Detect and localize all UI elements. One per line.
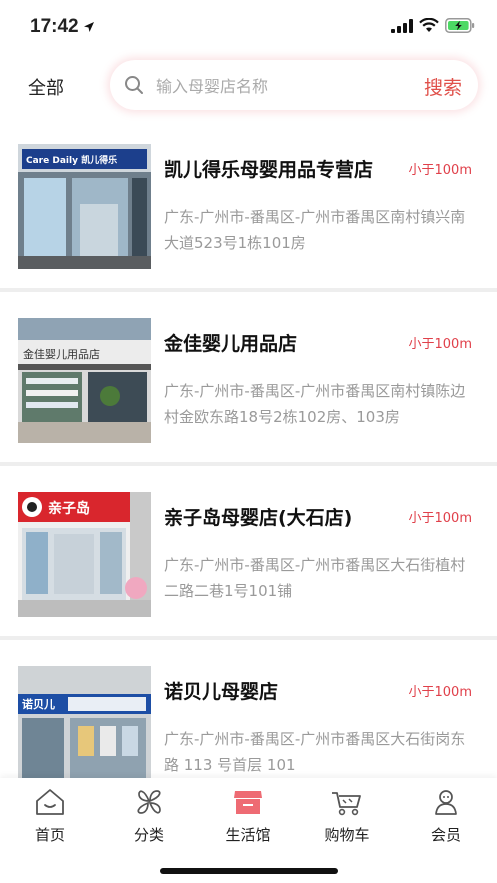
store-distance: 小于100m [408, 685, 472, 700]
store-address: 广东-广州市-番禺区-广州市番禺区大石街岗东路 113 号首层 101 [164, 730, 466, 774]
cart-icon [332, 792, 361, 816]
store-sign-text: Care Daily 凯儿得乐 [26, 154, 117, 166]
tab-label: 生活馆 [225, 826, 271, 844]
location-arrow-icon [84, 22, 94, 32]
store-photo: 诺贝儿 [18, 666, 151, 791]
store-distance: 小于100m [408, 163, 472, 178]
top-bar: 全部 搜索 [0, 58, 497, 114]
store-photo: 金佳婴儿用品店 [18, 318, 151, 443]
status-time: 17:42 [30, 16, 79, 37]
tab-home[interactable]: 首页 [10, 786, 90, 845]
store-list: Care Daily 凯儿得乐 凯儿得乐母婴用品专营店 小于100m 广东-广州… [0, 118, 497, 814]
tab-cart[interactable]: 购物车 [307, 786, 387, 845]
tab-label: 分类 [133, 826, 164, 844]
member-icon [435, 790, 457, 815]
store-name: 亲子岛母婴店(大石店) [164, 507, 353, 529]
home-icon [36, 789, 64, 815]
store-address: 广东-广州市-番禺区-广州市番禺区南村镇陈边村金欧东路18号2栋102房、103… [164, 382, 466, 426]
store-sign-text: 亲子岛 [48, 500, 90, 517]
signal-icon [391, 18, 413, 33]
status-icons [391, 18, 475, 33]
store-icon [234, 791, 262, 814]
store-address: 广东-广州市-番禺区-广州市番禺区南村镇兴南大道523号1栋101房 [164, 208, 466, 252]
tab-label: 会员 [430, 826, 461, 844]
store-item[interactable]: 金佳婴儿用品店 金佳婴儿用品店 小于100m 广东-广州市-番禺区-广州市番禺区… [0, 292, 497, 466]
tab-member[interactable]: 会员 [406, 786, 486, 845]
store-name: 诺贝儿母婴店 [164, 681, 279, 703]
wifi-icon [419, 18, 439, 32]
store-distance: 小于100m [408, 337, 472, 352]
filter-all-button[interactable]: 全部 [28, 74, 64, 100]
tab-label: 首页 [34, 826, 65, 844]
search-button[interactable]: 搜索 [424, 73, 462, 100]
tab-lifestyle-store[interactable]: 生活馆 [208, 786, 288, 845]
home-indicator [160, 868, 338, 874]
store-item[interactable]: 亲子岛 亲子岛母婴店(大石店) 小于100m 广东-广州市-番禺区-广州市番禺区… [0, 466, 497, 640]
store-photo: Care Daily 凯儿得乐 [18, 144, 151, 269]
search-icon [125, 76, 143, 94]
store-name: 凯儿得乐母婴用品专营店 [164, 159, 374, 181]
store-item[interactable]: Care Daily 凯儿得乐 凯儿得乐母婴用品专营店 小于100m 广东-广州… [0, 118, 497, 292]
store-photo: 亲子岛 [18, 492, 151, 617]
search-input[interactable] [154, 72, 408, 100]
tab-label: 购物车 [324, 826, 370, 844]
battery-icon [445, 18, 475, 33]
category-icon [137, 790, 161, 814]
store-address: 广东-广州市-番禺区-广州市番禺区大石街植村二路二巷1号101铺 [164, 556, 466, 600]
store-distance: 小于100m [408, 511, 472, 526]
tab-category[interactable]: 分类 [109, 786, 189, 845]
search-box[interactable]: 搜索 [110, 60, 478, 110]
status-bar: 17:42 [0, 0, 497, 54]
store-name: 金佳婴儿用品店 [164, 333, 298, 355]
store-sign-text: 诺贝儿 [22, 697, 55, 711]
store-sign-text: 金佳婴儿用品店 [23, 347, 100, 361]
